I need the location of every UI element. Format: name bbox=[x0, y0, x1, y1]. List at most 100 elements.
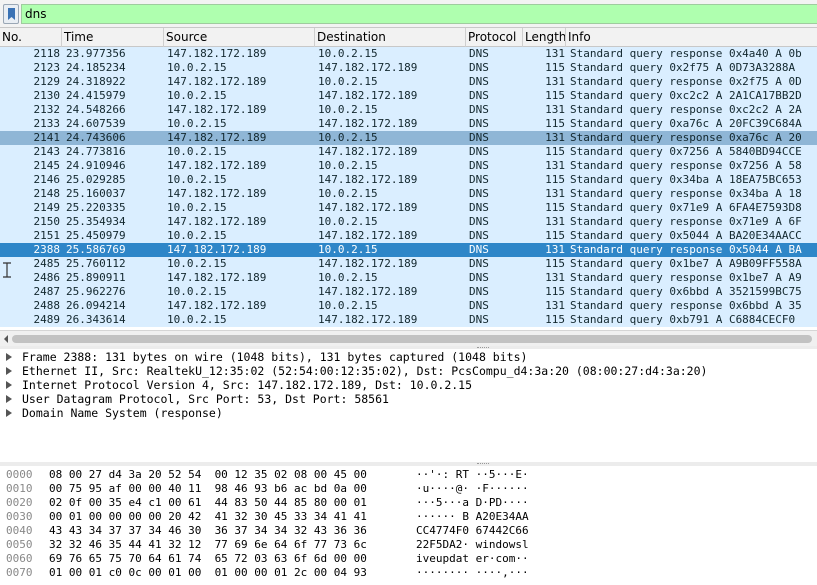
packet-row[interactable]: 2132 24.548266 147.182.172.189 10.0.2.15 DNS… bbox=[0, 103, 817, 117]
packet-cell-src: 10.0.2.15 bbox=[167, 89, 227, 102]
packet-list: No. Time Source Destination Protocol Len… bbox=[0, 28, 817, 330]
packet-cell-len: 131 bbox=[545, 47, 565, 60]
column-length[interactable]: Length bbox=[523, 28, 566, 47]
packet-row[interactable]: 2130 24.415979 10.0.2.15 147.182.172.189 DNS… bbox=[0, 89, 817, 103]
scroll-left-arrow-icon[interactable] bbox=[2, 334, 10, 344]
packet-cell-len: 115 bbox=[545, 145, 565, 158]
packet-row[interactable]: 2141 24.743606 147.182.172.189 10.0.2.15 DNS… bbox=[0, 131, 817, 145]
packet-cell-dst: 10.0.2.15 bbox=[318, 187, 378, 200]
column-protocol[interactable]: Protocol bbox=[466, 28, 523, 47]
packet-row[interactable]: 2145 24.910946 147.182.172.189 10.0.2.15 DNS… bbox=[0, 159, 817, 173]
hexdump-row[interactable]: 0070 01 00 01 c0 0c 00 01 00 01 00 00 01 … bbox=[0, 566, 817, 580]
packet-cell-info: Standard query response 0x1be7 A A9 bbox=[570, 271, 802, 284]
filter-bookmark-button[interactable] bbox=[3, 4, 19, 24]
packet-row[interactable]: 2149 25.220335 10.0.2.15 147.182.172.189 DNS… bbox=[0, 201, 817, 215]
hexdump-row[interactable]: 0040 43 43 34 37 37 34 46 30 36 37 34 34 … bbox=[0, 524, 817, 538]
packet-row[interactable]: 2133 24.607539 10.0.2.15 147.182.172.189 DNS… bbox=[0, 117, 817, 131]
hexdump-ascii: ·u····@· ·F······ bbox=[416, 482, 529, 495]
packet-row[interactable]: 2123 24.185234 10.0.2.15 147.182.172.189 DNS… bbox=[0, 61, 817, 75]
packet-row[interactable]: 2148 25.160037 147.182.172.189 10.0.2.15 DNS… bbox=[0, 187, 817, 201]
packet-cell-no: 2146 bbox=[33, 173, 61, 186]
packet-list-body: 2118 23.977356 147.182.172.189 10.0.2.15 DNS… bbox=[0, 47, 817, 330]
packet-cell-len: 131 bbox=[545, 159, 565, 172]
packet-cell-proto: DNS bbox=[469, 145, 489, 158]
packet-cell-time: 25.760112 bbox=[66, 257, 126, 270]
hexdump-row[interactable]: 0000 08 00 27 d4 3a 20 52 54 00 12 35 02 … bbox=[0, 468, 817, 482]
packet-cell-proto: DNS bbox=[469, 103, 489, 116]
details-tree-label: User Datagram Protocol, Src Port: 53, Ds… bbox=[22, 392, 389, 406]
packet-cell-dst: 147.182.172.189 bbox=[318, 285, 418, 298]
hexdump-offset: 0050 bbox=[6, 538, 33, 551]
hexdump-hex: 08 00 27 d4 3a 20 52 54 00 12 35 02 08 0… bbox=[49, 468, 367, 481]
packet-row[interactable]: 2143 24.773816 10.0.2.15 147.182.172.189 DNS… bbox=[0, 145, 817, 159]
packet-cell-info: Standard query response 0x7256 A 58 bbox=[570, 159, 802, 172]
hexdump-ascii: ········ ····,··· bbox=[416, 566, 529, 579]
packet-cell-len: 115 bbox=[545, 89, 565, 102]
expand-arrow-icon[interactable] bbox=[6, 367, 12, 375]
expand-arrow-icon[interactable] bbox=[6, 381, 12, 389]
packet-cell-len: 115 bbox=[545, 173, 565, 186]
expand-arrow-icon[interactable] bbox=[6, 395, 12, 403]
packet-row[interactable]: 2150 25.354934 147.182.172.189 10.0.2.15 DNS… bbox=[0, 215, 817, 229]
packet-cell-info: Standard query response 0xa76c A 20 bbox=[570, 131, 802, 144]
packet-row[interactable]: 2129 24.318922 147.182.172.189 10.0.2.15 DNS… bbox=[0, 75, 817, 89]
packet-cell-proto: DNS bbox=[469, 47, 489, 60]
packet-cell-proto: DNS bbox=[469, 243, 489, 256]
packet-row[interactable]: 2151 25.450979 10.0.2.15 147.182.172.189 DNS… bbox=[0, 229, 817, 243]
packet-cell-dst: 10.0.2.15 bbox=[318, 75, 378, 88]
packet-row[interactable]: 2487 25.962276 10.0.2.15 147.182.172.189 DNS… bbox=[0, 285, 817, 299]
hexdump-row[interactable]: 0060 69 76 65 75 70 64 61 74 65 72 03 63 … bbox=[0, 552, 817, 566]
packet-cell-proto: DNS bbox=[469, 131, 489, 144]
hexdump-row[interactable]: 0050 32 32 46 35 44 41 32 12 77 69 6e 64 … bbox=[0, 538, 817, 552]
hexdump-offset: 0070 bbox=[6, 566, 33, 579]
packet-cell-len: 115 bbox=[545, 201, 565, 214]
packet-cell-dst: 10.0.2.15 bbox=[318, 299, 378, 312]
packet-cell-no: 2388 bbox=[33, 243, 61, 256]
column-no[interactable]: No. bbox=[0, 28, 62, 47]
packet-row[interactable]: 2489 26.343614 10.0.2.15 147.182.172.189 DNS… bbox=[0, 313, 817, 327]
hexdump-offset: 0060 bbox=[6, 552, 33, 565]
packet-row-selected[interactable]: 2388 25.586769 147.182.172.189 10.0.2.15 DNS… bbox=[0, 243, 817, 257]
packet-cell-src: 147.182.172.189 bbox=[167, 75, 267, 88]
packet-cell-dst: 147.182.172.189 bbox=[318, 173, 418, 186]
packet-cell-time: 24.318922 bbox=[66, 75, 126, 88]
column-time[interactable]: Time bbox=[62, 28, 164, 47]
details-tree-item[interactable]: Internet Protocol Version 4, Src: 147.18… bbox=[0, 378, 817, 392]
packet-cell-dst: 10.0.2.15 bbox=[318, 103, 378, 116]
column-info[interactable]: Info bbox=[566, 28, 817, 47]
packet-cell-info: Standard query 0x2f75 A 0D73A3288A bbox=[570, 61, 796, 74]
expand-arrow-icon[interactable] bbox=[6, 353, 12, 361]
packet-cell-proto: DNS bbox=[469, 299, 489, 312]
packet-cell-proto: DNS bbox=[469, 187, 489, 200]
details-tree-item[interactable]: User Datagram Protocol, Src Port: 53, Ds… bbox=[0, 392, 817, 406]
column-destination[interactable]: Destination bbox=[315, 28, 466, 47]
packet-row[interactable]: 2146 25.029285 10.0.2.15 147.182.172.189 DNS… bbox=[0, 173, 817, 187]
hexdump-row[interactable]: 0030 00 01 00 00 00 00 20 42 41 32 30 45 … bbox=[0, 510, 817, 524]
packet-list-horizontal-scrollbar[interactable] bbox=[0, 330, 817, 346]
packet-row[interactable]: 2486 25.890911 147.182.172.189 10.0.2.15 DNS… bbox=[0, 271, 817, 285]
packet-cell-no: 2141 bbox=[33, 131, 61, 144]
packet-cell-no: 2488 bbox=[33, 299, 61, 312]
packet-cell-proto: DNS bbox=[469, 89, 489, 102]
expand-arrow-icon[interactable] bbox=[6, 409, 12, 417]
details-tree-item[interactable]: Frame 2388: 131 bytes on wire (1048 bits… bbox=[0, 350, 817, 364]
packet-cell-len: 131 bbox=[545, 243, 565, 256]
display-filter-input[interactable]: dns bbox=[21, 4, 817, 24]
details-tree-item[interactable]: Ethernet II, Src: RealtekU_12:35:02 (52:… bbox=[0, 364, 817, 378]
packet-cell-dst: 147.182.172.189 bbox=[318, 145, 418, 158]
packet-row[interactable]: 2488 26.094214 147.182.172.189 10.0.2.15 DNS… bbox=[0, 299, 817, 313]
packet-row[interactable]: 2118 23.977356 147.182.172.189 10.0.2.15 DNS… bbox=[0, 47, 817, 61]
packet-cell-info: Standard query 0xb791 A C6884CECF0 bbox=[570, 313, 796, 326]
details-tree-item[interactable]: Domain Name System (response) bbox=[0, 406, 817, 420]
column-source[interactable]: Source bbox=[164, 28, 315, 47]
packet-row[interactable]: 2485 25.760112 10.0.2.15 147.182.172.189 DNS… bbox=[0, 257, 817, 271]
scrollbar-thumb[interactable] bbox=[12, 335, 812, 343]
hexdump-row[interactable]: 0010 00 75 95 af 00 00 40 11 98 46 93 b6 … bbox=[0, 482, 817, 496]
packet-cell-len: 131 bbox=[545, 187, 565, 200]
hexdump-row[interactable]: 0020 02 0f 00 35 e4 c1 00 61 44 83 50 44 … bbox=[0, 496, 817, 510]
packet-cell-no: 2143 bbox=[33, 145, 61, 158]
packet-cell-proto: DNS bbox=[469, 285, 489, 298]
packet-cell-src: 10.0.2.15 bbox=[167, 117, 227, 130]
packet-cell-len: 115 bbox=[545, 61, 565, 74]
packet-cell-dst: 147.182.172.189 bbox=[318, 61, 418, 74]
